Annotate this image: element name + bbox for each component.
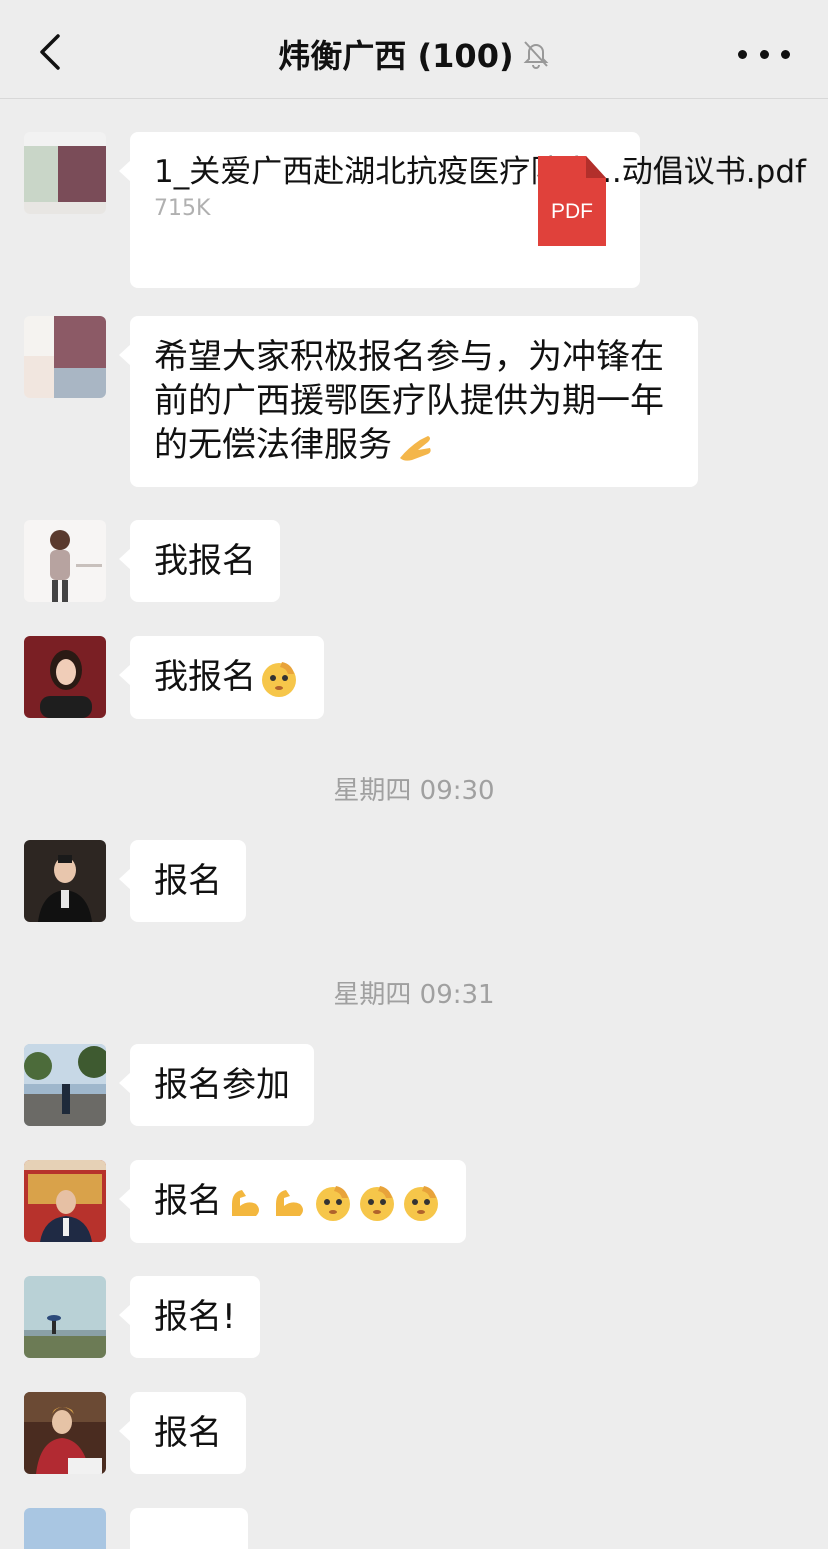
message-text: 报名 bbox=[154, 1413, 222, 1453]
text-message-bubble[interactable]: 我报名 bbox=[119, 636, 324, 719]
file-message-bubble[interactable]: 1_关爱广西赴湖北抗疫医疗队人...动倡议书.pdf 715K PDF bbox=[119, 132, 806, 288]
avatar[interactable] bbox=[24, 1160, 106, 1242]
text-message-bubble[interactable]: 我报名 bbox=[119, 520, 280, 602]
flexed-biceps-emoji bbox=[276, 1189, 303, 1216]
pinching-hand-emoji bbox=[400, 435, 431, 461]
more-options-button[interactable] bbox=[738, 34, 790, 74]
timestamp: 星期四 09:31 bbox=[333, 980, 495, 1010]
message-text: 我报名 bbox=[154, 657, 256, 697]
chat-header: 炜衡广西 (100) bbox=[0, 0, 828, 99]
avatar[interactable] bbox=[24, 132, 106, 214]
ellipsis-dot bbox=[738, 49, 747, 59]
message-text: 报名 bbox=[154, 861, 222, 901]
avatar[interactable] bbox=[24, 840, 106, 922]
salute-face-emoji bbox=[404, 1185, 438, 1221]
text-message-bubble[interactable] bbox=[130, 1508, 248, 1549]
avatar[interactable] bbox=[24, 636, 106, 718]
bell-off-icon bbox=[523, 41, 549, 69]
avatar[interactable] bbox=[24, 1276, 106, 1358]
message-text: 我报名 bbox=[154, 541, 256, 581]
salute-face-emoji bbox=[360, 1185, 394, 1221]
text-message-bubble[interactable]: 报名 bbox=[119, 1160, 466, 1243]
text-message-bubble[interactable]: 报名 bbox=[119, 1392, 246, 1474]
ellipsis-dot bbox=[759, 49, 769, 59]
salute-face-emoji bbox=[262, 661, 296, 697]
pdf-file-icon: PDF bbox=[538, 156, 606, 246]
salute-face-emoji bbox=[316, 1185, 350, 1221]
avatar[interactable] bbox=[24, 316, 106, 398]
message-text: 报名参加 bbox=[154, 1065, 290, 1105]
timestamp: 星期四 09:30 bbox=[333, 776, 495, 806]
ellipsis-dot bbox=[781, 49, 790, 59]
avatar[interactable] bbox=[24, 1392, 106, 1474]
text-message-bubble[interactable]: 报名 bbox=[119, 840, 246, 922]
message-text: 报名 bbox=[154, 1181, 222, 1221]
flexed-biceps-emoji bbox=[232, 1189, 259, 1216]
partial-message-row bbox=[0, 1508, 828, 1549]
chat-title-wrap: 炜衡广西 (100) bbox=[0, 30, 828, 78]
avatar[interactable] bbox=[24, 1044, 106, 1126]
avatar[interactable] bbox=[24, 520, 106, 602]
text-message-bubble[interactable]: 报名参加 bbox=[119, 1044, 314, 1126]
avatar[interactable] bbox=[24, 1508, 106, 1549]
text-message-bubble[interactable]: 希望大家积极报名参与，为冲锋在前的广西援鄂医疗队提供为期一年的无偿法律服务 bbox=[119, 316, 698, 487]
text-message-bubble[interactable]: 报名! bbox=[119, 1276, 260, 1358]
file-name: 1_关爱广西赴湖北抗疫医疗队人...动倡议书.pdf bbox=[154, 154, 806, 190]
message-text: 报名! bbox=[154, 1297, 236, 1337]
chat-title: 炜衡广西 (100) bbox=[278, 37, 514, 75]
pdf-badge-label: PDF bbox=[551, 200, 593, 223]
